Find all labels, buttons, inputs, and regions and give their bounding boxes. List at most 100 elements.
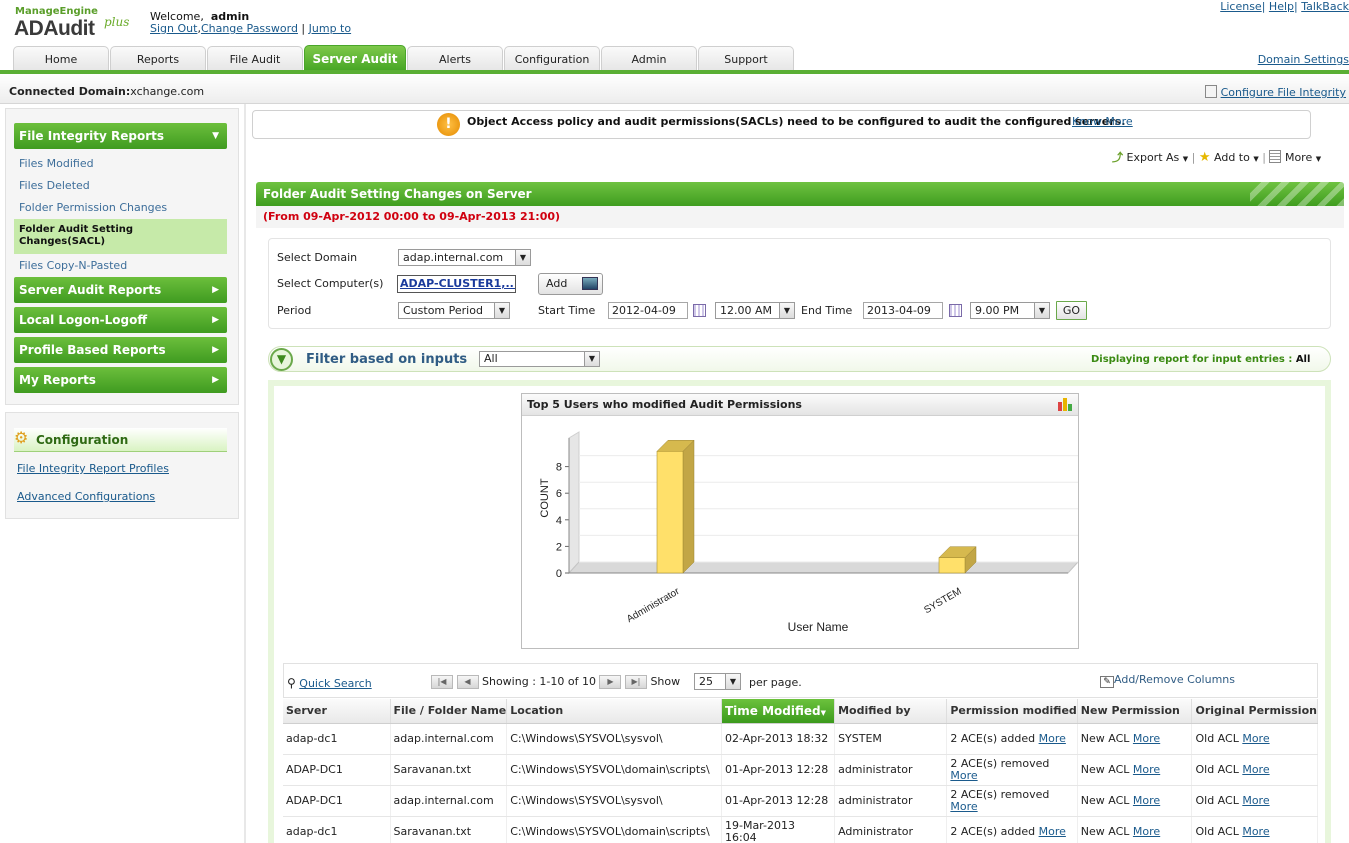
add-computer-button[interactable]: Add: [538, 273, 603, 295]
cell-location-text: C:\Windows\SYSVOL\domain\scripts\: [510, 824, 710, 838]
cell-modified-by: SYSTEM: [834, 723, 948, 755]
configure-file-integrity-link[interactable]: Configure File Integrity: [1221, 86, 1346, 99]
column-header-modified-by[interactable]: Modified by: [834, 699, 948, 724]
brand-logo[interactable]: ADAudit: [14, 17, 95, 41]
display-info-label: Displaying report for input entries :: [1091, 354, 1293, 365]
calendar-icon[interactable]: [949, 304, 962, 317]
talkback-link[interactable]: TalkBack: [1301, 0, 1349, 13]
column-header-time-modified[interactable]: Time Modified▼: [721, 699, 836, 724]
prev-page-icon[interactable]: ◀: [456, 675, 479, 689]
more-link[interactable]: More: [950, 769, 977, 782]
sidebar-item-files-modified[interactable]: Files Modified: [19, 157, 94, 170]
bar-administrator[interactable]: [656, 450, 684, 574]
start-date-input[interactable]: 2012-04-09: [608, 302, 688, 319]
license-link[interactable]: License: [1220, 0, 1261, 13]
cell-time: 19-Mar-2013 16:04: [721, 816, 836, 843]
chevron-down-icon: ▼: [494, 303, 509, 318]
more-link[interactable]: More: [1039, 732, 1066, 745]
cell-new-permission: New ACL More: [1077, 785, 1193, 817]
next-page-icon[interactable]: ▶: [599, 675, 622, 689]
period-select[interactable]: Custom Period ▼: [398, 302, 510, 319]
computer-selection[interactable]: ADAP-CLUSTER1,...: [397, 275, 516, 293]
tab-file-audit[interactable]: File Audit: [207, 46, 303, 71]
more-link[interactable]: More: [1242, 763, 1269, 776]
know-more-link[interactable]: Know More: [1072, 115, 1133, 128]
more-link[interactable]: More: [1133, 732, 1160, 745]
quick-search[interactable]: ⚲ Quick Search: [287, 676, 372, 690]
sidebar-item-folder-audit-setting-changes[interactable]: Folder Audit Setting Changes(SACL): [19, 224, 169, 248]
cell-permission-modified: 2 ACE(s) removed More: [946, 785, 1078, 817]
sidebar-header-server-audit-reports[interactable]: Server Audit Reports ▶: [14, 277, 227, 303]
sidebar-item-folder-permission-changes[interactable]: Folder Permission Changes: [19, 201, 167, 214]
domain-label: Select Domain: [277, 251, 358, 264]
domain-select[interactable]: adap.internal.com ▼: [398, 249, 531, 266]
add-remove-columns-label[interactable]: Add/Remove Columns: [1114, 673, 1235, 686]
advanced-configurations-link[interactable]: Advanced Configurations: [17, 490, 155, 503]
more-link[interactable]: More: [1039, 825, 1066, 838]
sign-out-link[interactable]: Sign Out: [150, 22, 197, 35]
sidebar-header-file-integrity[interactable]: File Integrity Reports ▼: [14, 123, 227, 149]
caret-down-icon: ▼: [1315, 155, 1322, 163]
first-page-icon[interactable]: |◀: [431, 675, 453, 689]
quick-search-link[interactable]: Quick Search: [299, 677, 371, 690]
tab-configuration[interactable]: Configuration: [504, 46, 600, 71]
tab-admin[interactable]: Admin: [601, 46, 697, 71]
more-link[interactable]: More: [1133, 763, 1160, 776]
end-date-input[interactable]: 2013-04-09: [863, 302, 943, 319]
tab-reports[interactable]: Reports: [110, 46, 206, 71]
chart-type-icon[interactable]: [1057, 396, 1073, 412]
start-time-select[interactable]: 12.00 AM ▼: [715, 302, 795, 319]
cell-new-permission-text: New ACL: [1080, 793, 1130, 807]
column-header-permission-modified[interactable]: Permission modified: [946, 699, 1078, 724]
tab-alerts[interactable]: Alerts: [407, 46, 503, 71]
more-link[interactable]: More: [1133, 825, 1160, 838]
domain-settings-link[interactable]: Domain Settings: [1258, 53, 1349, 66]
more-link[interactable]: More: [1133, 794, 1160, 807]
sidebar-header-local-logon-logoff[interactable]: Local Logon-Logoff ▶: [14, 307, 227, 333]
filter-label: Filter based on inputs: [306, 352, 468, 367]
triangle-right-icon: ▶: [212, 285, 219, 295]
column-header-server[interactable]: Server: [283, 699, 391, 724]
more-link[interactable]: More: [1242, 794, 1269, 807]
file-integrity-report-profiles-link[interactable]: File Integrity Report Profiles: [17, 462, 169, 475]
bar-system[interactable]: [938, 557, 966, 574]
column-header-new-permission[interactable]: New Permission: [1077, 699, 1193, 724]
page-size-select[interactable]: 25 ▼: [694, 673, 741, 690]
column-header-file[interactable]: File / Folder Name: [390, 699, 508, 724]
sidebar-item-files-deleted[interactable]: Files Deleted: [19, 179, 90, 192]
cell-original-permission-text: Old ACL: [1195, 793, 1239, 807]
more-link[interactable]: More: [1242, 732, 1269, 745]
sidebar-header-my-reports[interactable]: My Reports ▶: [14, 367, 227, 393]
chevron-down-icon: ▼: [1034, 303, 1049, 318]
cell-server: adap-dc1: [283, 816, 391, 843]
last-page-icon[interactable]: ▶|: [624, 675, 647, 689]
add-remove-columns[interactable]: ✎ Add/Remove Columns: [1100, 673, 1235, 688]
tab-support[interactable]: Support: [698, 46, 794, 71]
change-password-link[interactable]: Change Password: [201, 22, 298, 35]
filter-funnel-icon: ▼: [270, 348, 293, 371]
go-button[interactable]: GO: [1056, 301, 1087, 320]
export-as-button[interactable]: Export As ▼: [1127, 151, 1189, 164]
sidebar-header-profile-based-reports[interactable]: Profile Based Reports ▶: [14, 337, 227, 363]
calendar-icon[interactable]: [693, 304, 706, 317]
column-header-original-permission[interactable]: Original Permission: [1191, 699, 1318, 724]
column-header-location[interactable]: Location: [506, 699, 722, 724]
cell-time-text: 01-Apr-2013 12:28: [724, 793, 829, 807]
end-time-select[interactable]: 9.00 PM ▼: [970, 302, 1050, 319]
jump-to-link[interactable]: Jump to: [309, 22, 351, 35]
filter-select[interactable]: All ▼: [479, 351, 600, 367]
more-button[interactable]: More ▼: [1285, 151, 1321, 164]
cell-file-text: adap.internal.com: [393, 793, 494, 807]
sidebar-item-files-copy-n-pasted[interactable]: Files Copy-N-Pasted: [19, 259, 127, 272]
report-title-stripes: [1250, 182, 1344, 206]
cell-permission-modified-text: 2 ACE(s) added: [950, 731, 1036, 745]
more-link[interactable]: More: [950, 800, 977, 813]
more-link[interactable]: More: [1242, 825, 1269, 838]
tab-home[interactable]: Home: [13, 46, 109, 71]
tab-server-audit[interactable]: Server Audit: [304, 45, 406, 72]
triangle-right-icon: ▶: [212, 345, 219, 355]
add-to-button[interactable]: Add to ▼: [1214, 151, 1259, 164]
end-time-value: 9.00 PM: [975, 304, 1020, 317]
help-link[interactable]: Help: [1269, 0, 1294, 13]
configure-file-integrity[interactable]: Configure File Integrity: [1204, 85, 1346, 99]
